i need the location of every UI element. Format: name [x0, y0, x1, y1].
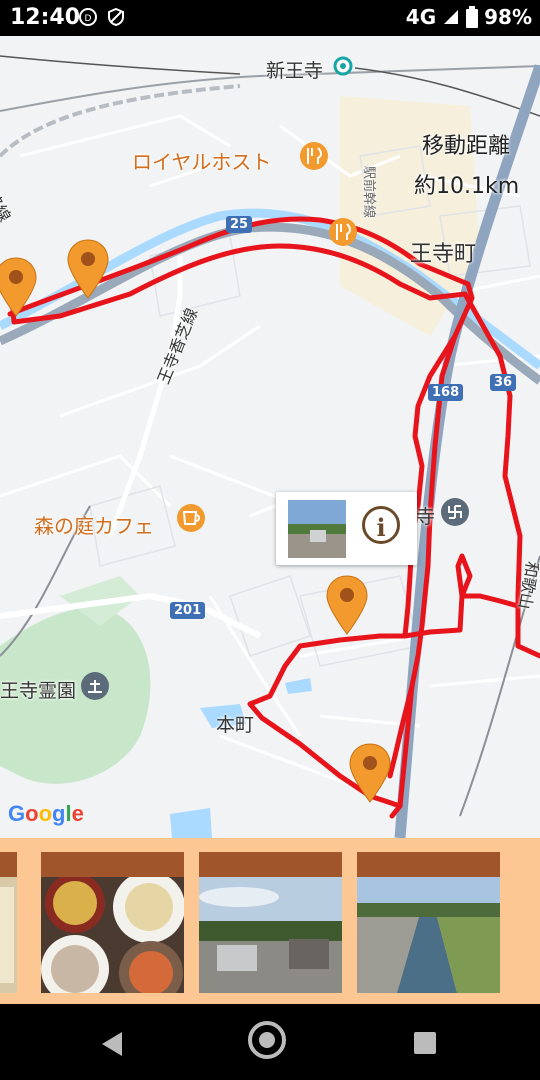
photo-card-image[interactable]: [357, 877, 500, 993]
recent-apps-icon[interactable]: [414, 1032, 436, 1054]
network-type: 4G: [405, 5, 437, 29]
home-icon[interactable]: [248, 1021, 286, 1059]
road-shield-168: 168: [428, 384, 464, 401]
photo-card-bar: [41, 852, 184, 877]
pond-2: [170, 808, 212, 838]
photo-card-image[interactable]: [41, 877, 184, 993]
town-label-ouji: 王寺町: [410, 242, 477, 267]
cafe-label[interactable]: 森の庭カフェ: [34, 510, 154, 539]
cafe-icon[interactable]: [177, 504, 205, 532]
google-logo-art: Google: [8, 801, 84, 826]
photo-card-bar: [199, 852, 342, 877]
data-saver-icon: D: [79, 8, 97, 26]
restaurant-icon[interactable]: [300, 142, 328, 170]
system-nav-bar: [0, 1004, 540, 1080]
signal-icon: [444, 10, 459, 24]
status-bar: 12:40 D 4G 98%: [0, 0, 540, 36]
station-label[interactable]: 新王寺: [266, 56, 323, 83]
photo-card-2[interactable]: [199, 852, 342, 993]
photo-card-image[interactable]: [0, 877, 17, 993]
photo-popup[interactable]: i: [276, 492, 417, 565]
status-right: 4G 98%: [406, 5, 532, 29]
photo-card-0[interactable]: [0, 852, 17, 993]
route-pin-4[interactable]: [349, 743, 391, 803]
railway-line-dark: [0, 55, 241, 75]
restaurant-label[interactable]: ロイヤルホスト: [132, 146, 271, 175]
distance-value: 約10.1km: [414, 174, 520, 199]
distance-label: 移動距離: [422, 134, 511, 159]
town-label-honmachi: 本町: [216, 714, 255, 736]
photo-card-bar: [357, 852, 500, 877]
temple-icon[interactable]: [441, 498, 469, 526]
shield-icon: [108, 7, 124, 27]
photo-card-3[interactable]: [357, 852, 500, 993]
temple-label[interactable]: 寺: [416, 502, 435, 529]
photo-card-bar: [0, 852, 17, 877]
cemetery-icon[interactable]: [81, 672, 109, 700]
pond-3: [285, 678, 312, 694]
popup-thumbnail[interactable]: [288, 500, 346, 558]
cemetery-label[interactable]: 王寺霊園: [0, 676, 76, 703]
svg-text:D: D: [85, 14, 92, 24]
road-label-ekimae: 駅前幹線: [361, 166, 376, 219]
restaurant-icon-2[interactable]: [329, 218, 357, 246]
road-shield-201: 201: [170, 602, 206, 619]
info-icon[interactable]: i: [362, 506, 400, 544]
battery-percent: 98%: [484, 5, 532, 29]
route-pin-3[interactable]: [326, 575, 368, 635]
road-shield-36: 36: [490, 374, 517, 391]
svg-text:Google: Google: [8, 801, 84, 826]
photo-card-1[interactable]: [41, 852, 184, 993]
road-shield-25: 25: [226, 216, 253, 233]
photo-strip[interactable]: [0, 838, 540, 1004]
photo-card-image[interactable]: [199, 877, 342, 993]
station-icon[interactable]: [333, 56, 353, 76]
back-icon[interactable]: [102, 1032, 122, 1056]
map-view[interactable]: 25 168 36 201 新王寺 ロイヤルホスト 森の庭カフェ 王寺霊園 王寺…: [0, 36, 540, 838]
battery-icon: [466, 6, 479, 28]
status-time: 12:40: [10, 5, 81, 30]
